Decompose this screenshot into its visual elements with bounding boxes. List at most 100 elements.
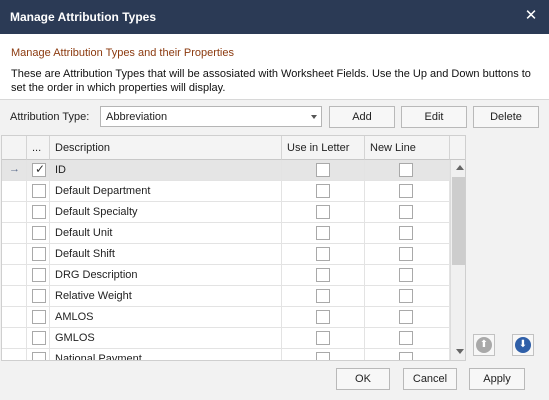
description-text: National Payment bbox=[55, 353, 142, 361]
row-select-checkbox[interactable] bbox=[32, 352, 46, 360]
use-in-letter-checkbox[interactable] bbox=[316, 352, 330, 360]
ok-button[interactable]: OK bbox=[336, 368, 390, 390]
new-line-cell bbox=[365, 328, 450, 349]
description-cell: Default Shift bbox=[50, 244, 282, 265]
add-button[interactable]: Add bbox=[329, 106, 395, 128]
row-select-checkbox[interactable] bbox=[32, 205, 46, 219]
new-line-checkbox[interactable] bbox=[399, 184, 413, 198]
description-cell: GMLOS bbox=[50, 328, 282, 349]
table-row[interactable]: GMLOS bbox=[2, 328, 450, 349]
row-select-checkbox[interactable] bbox=[32, 289, 46, 303]
column-header-corner bbox=[450, 136, 465, 160]
new-line-cell bbox=[365, 223, 450, 244]
attribution-type-dropdown[interactable]: Abbreviation bbox=[100, 106, 322, 127]
use-in-letter-checkbox[interactable] bbox=[316, 184, 330, 198]
use-in-letter-cell bbox=[282, 244, 365, 265]
chevron-down-icon[interactable] bbox=[311, 115, 317, 119]
move-down-button[interactable]: ⬇ bbox=[512, 334, 534, 356]
row-select-checkbox[interactable] bbox=[32, 268, 46, 282]
description-text: Default Specialty bbox=[55, 206, 138, 218]
table-row[interactable]: Default Shift bbox=[2, 244, 450, 265]
new-line-checkbox[interactable] bbox=[399, 247, 413, 261]
column-header-description[interactable]: Description bbox=[50, 136, 282, 160]
column-header-new-line[interactable]: New Line bbox=[365, 136, 450, 160]
description-cell: Default Department bbox=[50, 181, 282, 202]
column-header-use-in-letter[interactable]: Use in Letter bbox=[282, 136, 365, 160]
apply-button[interactable]: Apply bbox=[469, 368, 525, 390]
description-cell: National Payment bbox=[50, 349, 282, 361]
row-select-checkbox[interactable] bbox=[32, 226, 46, 240]
new-line-cell bbox=[365, 181, 450, 202]
header-description: These are Attribution Types that will be… bbox=[11, 68, 531, 94]
row-select-cell bbox=[27, 223, 50, 244]
row-indicator bbox=[2, 328, 27, 349]
table-row[interactable]: Default Specialty bbox=[2, 202, 450, 223]
row-select-checkbox[interactable]: ✓ bbox=[32, 162, 46, 177]
row-select-checkbox[interactable] bbox=[32, 331, 46, 345]
table-row[interactable]: Relative Weight bbox=[2, 286, 450, 307]
row-select-checkbox[interactable] bbox=[32, 184, 46, 198]
new-line-checkbox[interactable] bbox=[399, 226, 413, 240]
use-in-letter-checkbox[interactable] bbox=[316, 226, 330, 240]
use-in-letter-cell bbox=[282, 181, 365, 202]
table-row[interactable]: DRG Description bbox=[2, 265, 450, 286]
row-select-cell bbox=[27, 181, 50, 202]
use-in-letter-cell bbox=[282, 286, 365, 307]
description-text: Default Department bbox=[55, 185, 151, 197]
arrow-down-icon: ⬇ bbox=[515, 337, 531, 353]
use-in-letter-checkbox[interactable] bbox=[316, 205, 330, 219]
new-line-cell bbox=[365, 202, 450, 223]
column-header-use-in-letter-label: Use in Letter bbox=[287, 142, 350, 154]
arrow-down-glyph: ⬇ bbox=[518, 339, 528, 350]
column-header-select-label: ... bbox=[32, 142, 42, 154]
use-in-letter-checkbox[interactable] bbox=[316, 310, 330, 324]
title-bar: Manage Attribution Types ✕ bbox=[0, 0, 549, 34]
move-up-button[interactable]: ⬆ bbox=[473, 334, 495, 356]
scroll-thumb[interactable] bbox=[452, 177, 465, 265]
new-line-checkbox[interactable] bbox=[399, 268, 413, 282]
use-in-letter-checkbox[interactable] bbox=[316, 331, 330, 345]
delete-button[interactable]: Delete bbox=[473, 106, 539, 128]
scroll-down-icon[interactable] bbox=[456, 349, 464, 354]
row-select-cell: ✓ bbox=[27, 160, 50, 181]
table-row[interactable]: National Payment bbox=[2, 349, 450, 361]
cancel-button[interactable]: Cancel bbox=[403, 368, 457, 390]
column-header-description-label: Description bbox=[55, 142, 111, 154]
header-heading: Manage Attribution Types and their Prope… bbox=[11, 47, 234, 59]
description-text: DRG Description bbox=[55, 269, 138, 281]
row-select-cell bbox=[27, 265, 50, 286]
row-select-checkbox[interactable] bbox=[32, 247, 46, 261]
use-in-letter-checkbox[interactable] bbox=[316, 247, 330, 261]
row-indicator bbox=[2, 286, 27, 307]
new-line-cell bbox=[365, 160, 450, 181]
table-row[interactable]: Default Department bbox=[2, 181, 450, 202]
new-line-checkbox[interactable] bbox=[399, 310, 413, 324]
new-line-cell bbox=[365, 349, 450, 360]
use-in-letter-checkbox[interactable] bbox=[316, 163, 330, 177]
column-header-select[interactable]: ... bbox=[27, 136, 50, 160]
use-in-letter-checkbox[interactable] bbox=[316, 289, 330, 303]
new-line-checkbox[interactable] bbox=[399, 163, 413, 177]
table-row[interactable]: AMLOS bbox=[2, 307, 450, 328]
new-line-checkbox[interactable] bbox=[399, 331, 413, 345]
table-row[interactable]: → ✓ ID bbox=[2, 160, 450, 181]
arrow-up-glyph: ⬆ bbox=[479, 339, 489, 350]
use-in-letter-cell bbox=[282, 202, 365, 223]
row-indicator: → bbox=[2, 160, 27, 181]
new-line-checkbox[interactable] bbox=[399, 352, 413, 360]
new-line-checkbox[interactable] bbox=[399, 289, 413, 303]
grid-scrollbar[interactable] bbox=[450, 160, 465, 360]
close-icon[interactable]: ✕ bbox=[523, 8, 539, 24]
use-in-letter-checkbox[interactable] bbox=[316, 268, 330, 282]
row-indicator bbox=[2, 181, 27, 202]
use-in-letter-cell bbox=[282, 349, 365, 360]
description-text: ID bbox=[55, 164, 66, 176]
window-title: Manage Attribution Types bbox=[10, 10, 157, 24]
description-text: Default Shift bbox=[55, 248, 115, 260]
table-row[interactable]: Default Unit bbox=[2, 223, 450, 244]
new-line-checkbox[interactable] bbox=[399, 205, 413, 219]
row-indicator bbox=[2, 265, 27, 286]
scroll-up-icon[interactable] bbox=[456, 165, 464, 170]
edit-button[interactable]: Edit bbox=[401, 106, 467, 128]
row-select-checkbox[interactable] bbox=[32, 310, 46, 324]
